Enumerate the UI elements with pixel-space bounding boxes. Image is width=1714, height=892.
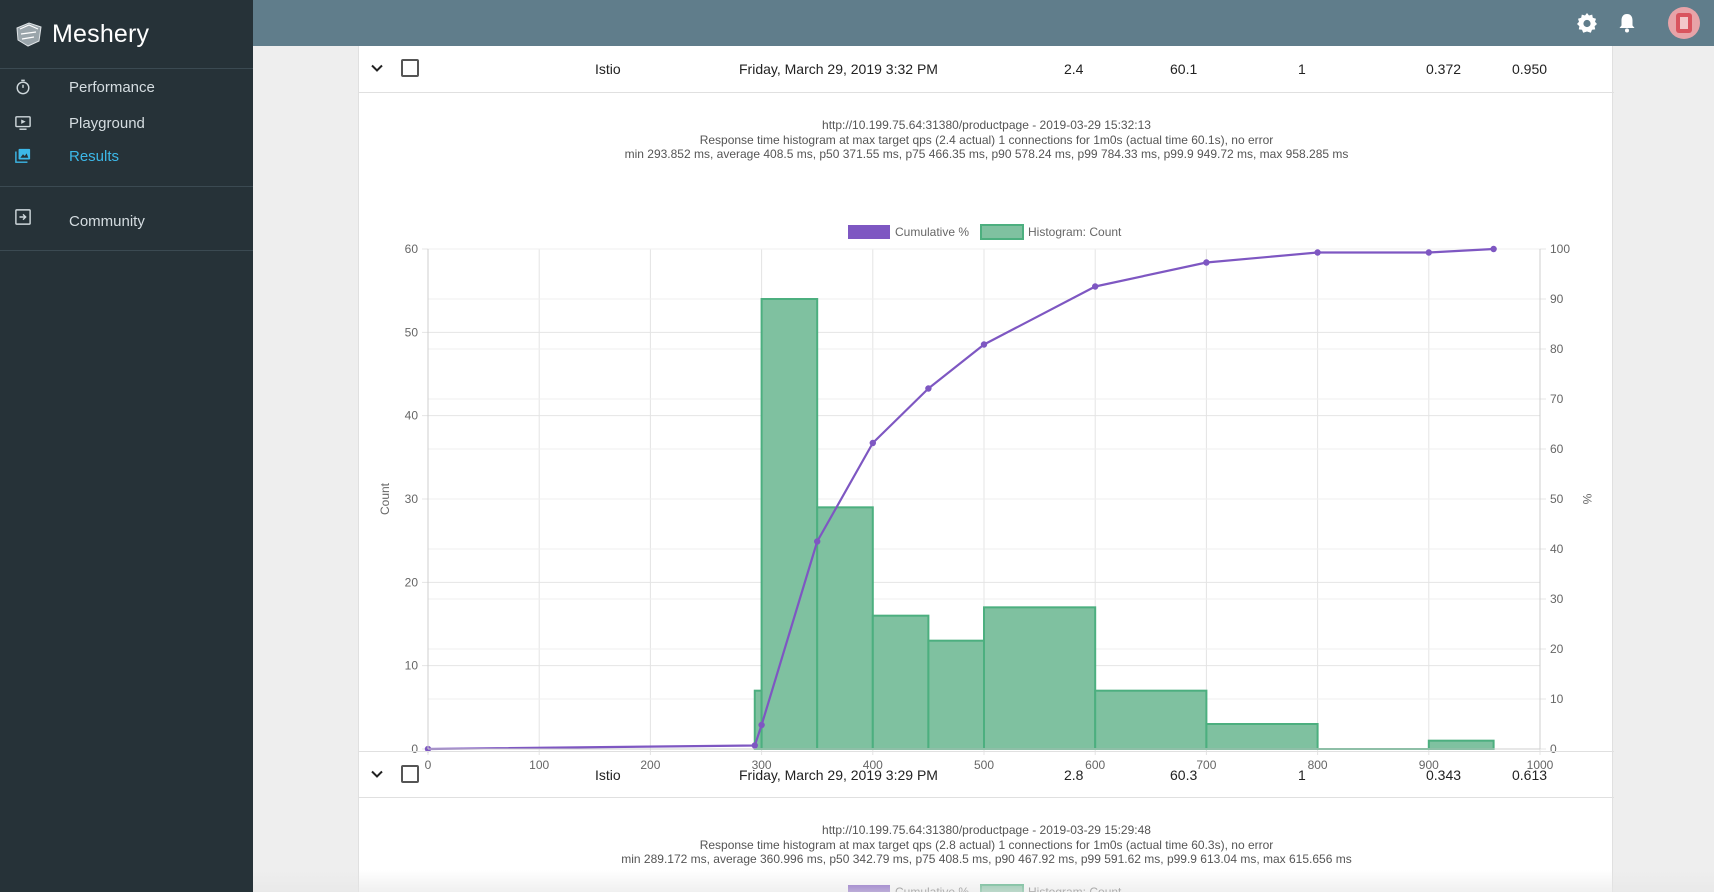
cumulative-point (925, 385, 932, 392)
exit-box-icon (15, 209, 31, 225)
cumulative-point (980, 341, 988, 348)
detail-summary: Response time histogram at max target qp… (699, 132, 1274, 147)
mesh-name-cell: Istio (595, 61, 621, 77)
y-right-tick-label: 50 (1550, 492, 1564, 506)
second-chart-legend: Cumulative % Histogram: Count (848, 884, 1122, 892)
y-right-tick-label: 20 (1550, 642, 1564, 656)
histogram-bar (1205, 723, 1319, 750)
app-title: Meshery (52, 19, 150, 48)
detail-percentiles: min 289.172 ms, average 360.996 ms, p50 … (621, 852, 1352, 866)
histogram-bar (816, 506, 874, 751)
y-right-tick-label: 60 (1550, 442, 1564, 456)
detail-url: http://10.199.75.64:31380/productpage - … (822, 823, 1151, 837)
top-app-bar (253, 0, 1714, 46)
brand[interactable]: Meshery (0, 0, 253, 69)
legend-label-cumulative: Cumulative % (895, 225, 969, 239)
legend-label-histogram: Histogram: Count (1028, 225, 1122, 239)
histogram-bar (871, 614, 930, 750)
y-right-axis-title: % (1580, 494, 1594, 505)
row-checkbox[interactable] (401, 765, 419, 783)
histogram-bar (1094, 689, 1208, 751)
cumulative-point (1092, 283, 1099, 290)
y-right-tick-label: 30 (1550, 592, 1564, 606)
p99-cell: 0.950 (1512, 61, 1548, 77)
cumulative-point (758, 721, 765, 729)
y-right-tick-label: 70 (1550, 392, 1564, 406)
results-panel: Istio Friday, March 29, 2019 3:32 PM 2.4… (358, 46, 1614, 892)
cumulative-point (1314, 249, 1321, 256)
legend-swatch-histogram (980, 884, 1024, 892)
y-right-tick-label: 10 (1550, 692, 1564, 706)
play-screen-icon (15, 116, 31, 130)
sidebar-item-playground[interactable]: Playground (0, 105, 253, 141)
sidebar-item-label: Community (69, 213, 145, 230)
detail-percentiles: min 293.852 ms, average 408.5 ms, p50 37… (624, 147, 1349, 161)
y-right-tick-label: 40 (1550, 542, 1564, 556)
qps-cell: 2.8 (1064, 767, 1084, 783)
detail-summary: Response time histogram at max target qp… (699, 837, 1274, 852)
sidebar-item-label: Results (69, 148, 120, 165)
row-checkbox[interactable] (401, 59, 419, 77)
y-right-tick-label: 80 (1550, 342, 1564, 356)
duration-cell: 60.3 (1170, 767, 1198, 783)
legend-swatch-histogram (980, 224, 1024, 240)
settings-gear-icon[interactable] (1575, 11, 1599, 35)
cumulative-point (814, 538, 821, 545)
sidebar-item-performance[interactable]: Performance (0, 69, 253, 105)
connections-cell: 1 (1298, 61, 1306, 77)
y-left-tick-label: 30 (405, 492, 419, 506)
cumulative-point (869, 439, 876, 447)
result-detail: http://10.199.75.64:31380/productpage - … (359, 118, 1614, 162)
y-left-tick-label: 20 (405, 575, 419, 589)
cumulative-point (751, 742, 758, 749)
y-left-tick-label: 50 (405, 325, 419, 339)
sidebar-nav: Performance Playground Results Community (0, 69, 253, 251)
detail-url: http://10.199.75.64:31380/productpage - … (822, 118, 1151, 132)
chevron-down-icon[interactable] (367, 764, 387, 784)
cumulative-point (1425, 249, 1433, 256)
mesh-name-cell: Istio (595, 767, 621, 783)
y-left-tick-label: 60 (405, 242, 419, 256)
result-row[interactable]: Istio Friday, March 29, 2019 3:29 PM 2.8… (359, 751, 1614, 798)
p50-cell: 0.372 (1426, 61, 1462, 77)
histogram-bar (1427, 739, 1495, 751)
image-gallery-icon (15, 148, 31, 163)
y-left-tick-label: 10 (405, 659, 419, 673)
duration-cell: 60.1 (1170, 61, 1198, 77)
legend-swatch-cumulative (848, 885, 890, 892)
legend-swatch-cumulative (848, 225, 890, 239)
qps-cell: 2.4 (1064, 61, 1084, 77)
cumulative-point (1490, 245, 1497, 253)
connections-cell: 1 (1298, 767, 1306, 783)
p99-cell: 0.613 (1512, 767, 1548, 783)
histogram-chart-svg: 0 100 200 300 400 500 600 700 800 900 100001020304… (378, 224, 1594, 772)
sidebar-item-label: Performance (69, 78, 155, 96)
result-detail: http://10.199.75.64:31380/productpage - … (359, 823, 1614, 867)
meshery-logo-icon (16, 22, 42, 47)
timer-icon (16, 79, 30, 95)
legend-label-cumulative: Cumulative % (895, 885, 969, 892)
histogram-bar (983, 606, 1097, 751)
cumulative-point (1203, 259, 1210, 266)
sidebar-item-label: Playground (69, 114, 145, 132)
y-right-tick-label: 90 (1550, 292, 1564, 306)
y-left-axis-title: Count (378, 482, 392, 515)
histogram-chart: 0 100 200 300 400 500 600 700 800 900 1000 0 10 20 30 4… (359, 174, 1614, 774)
legend-label-histogram: Histogram: Count (1028, 885, 1122, 892)
date-cell: Friday, March 29, 2019 3:29 PM (739, 767, 938, 783)
y-left-tick-label: 40 (405, 409, 419, 423)
user-avatar[interactable] (1668, 7, 1700, 39)
result-row[interactable]: Istio Friday, March 29, 2019 3:32 PM 2.4… (359, 46, 1614, 93)
y-right-tick-label: 100 (1550, 242, 1570, 256)
chevron-down-icon[interactable] (367, 58, 387, 78)
histogram-bar (927, 639, 986, 750)
notifications-bell-icon[interactable] (1615, 11, 1639, 35)
sidebar-item-results[interactable]: Results (0, 141, 253, 187)
sidebar-item-community[interactable]: Community (0, 187, 253, 251)
sidebar: Meshery Performance Playground Results C… (0, 0, 253, 892)
histogram-bar (760, 298, 819, 750)
p50-cell: 0.343 (1426, 767, 1462, 783)
date-cell: Friday, March 29, 2019 3:32 PM (739, 61, 938, 77)
